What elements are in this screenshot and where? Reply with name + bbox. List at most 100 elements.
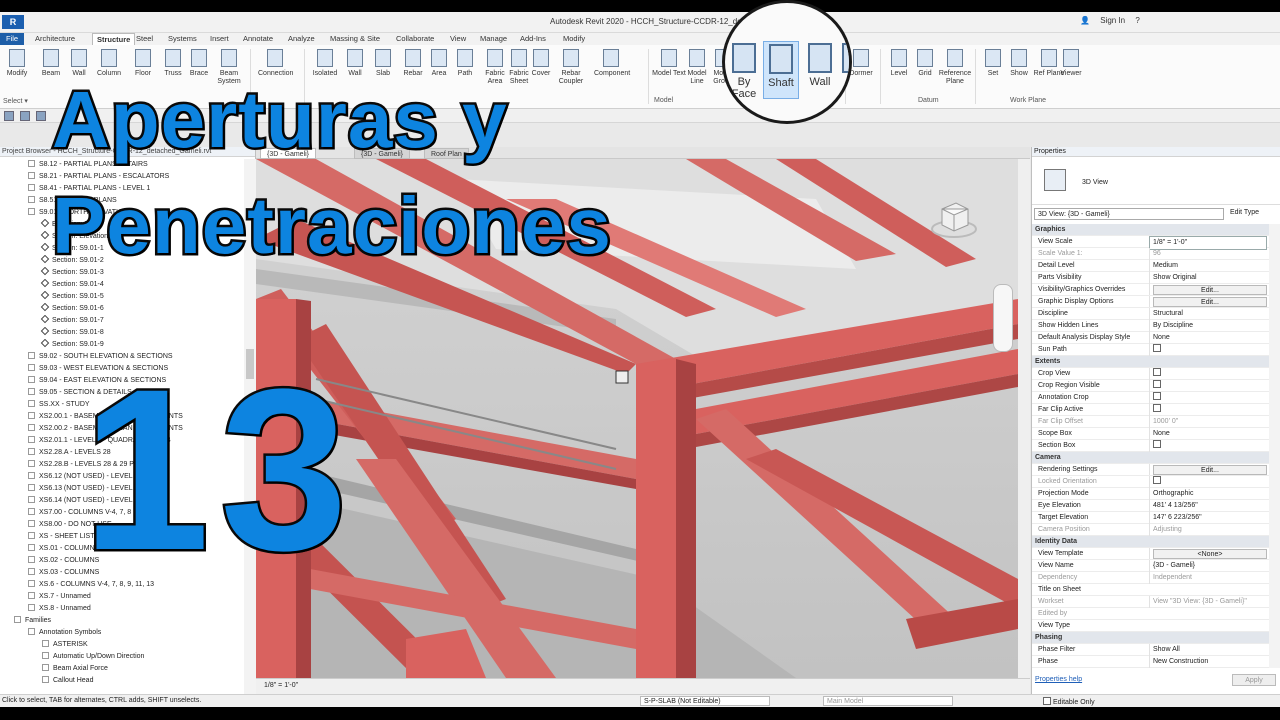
property-value[interactable]: Edit...	[1149, 464, 1267, 475]
property-checkbox[interactable]	[1153, 392, 1161, 400]
tab-structure[interactable]: Structure	[92, 33, 136, 45]
property-value[interactable]: None	[1149, 428, 1267, 440]
expand-toggle-icon[interactable]	[42, 652, 49, 659]
browser-tree-item[interactable]: Section: S9.01-4	[0, 279, 244, 291]
property-value[interactable]: Orthographic	[1149, 488, 1267, 500]
ribbon-cover-button[interactable]: Cover	[528, 49, 554, 78]
property-value[interactable]: Adjusting	[1149, 524, 1267, 536]
tab-massing-site[interactable]: Massing & Site	[330, 33, 380, 45]
ribbon-grid-button[interactable]: Grid	[912, 49, 938, 78]
tab-architecture[interactable]: Architecture	[35, 33, 75, 45]
design-option-selector[interactable]: Main Model	[823, 696, 953, 706]
editable-only-checkbox[interactable]	[1043, 697, 1051, 705]
property-value[interactable]: {3D - Gameli}	[1149, 560, 1267, 572]
browser-tree-item[interactable]: ASTERISK	[0, 639, 244, 651]
property-value[interactable]	[1149, 476, 1267, 488]
expand-toggle-icon[interactable]	[28, 580, 35, 587]
property-section-header[interactable]: Extents	[1032, 356, 1269, 368]
expand-toggle-icon[interactable]	[14, 616, 21, 623]
property-value[interactable]: 481' 4 13/256"	[1149, 500, 1267, 512]
expand-toggle-icon[interactable]	[28, 508, 35, 515]
property-checkbox[interactable]	[1153, 440, 1161, 448]
tab-file[interactable]: File	[0, 33, 25, 45]
expand-toggle-icon[interactable]	[28, 388, 35, 395]
expand-toggle-icon[interactable]	[28, 160, 35, 167]
tab-analyze[interactable]: Analyze	[288, 33, 315, 45]
expand-toggle-icon[interactable]	[28, 424, 35, 431]
navigation-bar[interactable]	[993, 284, 1013, 352]
type-selector[interactable]: 3D View	[1032, 157, 1280, 205]
expand-toggle-icon[interactable]	[28, 208, 35, 215]
expand-toggle-icon[interactable]	[42, 676, 49, 683]
property-value[interactable]: Medium	[1149, 260, 1267, 272]
expand-toggle-icon[interactable]	[28, 628, 35, 635]
wall-opening-button[interactable]: Wall	[805, 43, 835, 88]
browser-tree-item[interactable]: Section: S9.01-6	[0, 303, 244, 315]
ribbon-set-button[interactable]: Set	[980, 49, 1006, 78]
expand-toggle-icon[interactable]	[28, 544, 35, 551]
viewport-scrollbar[interactable]	[1018, 159, 1030, 678]
property-section-header[interactable]: Graphics	[1032, 224, 1269, 236]
property-value[interactable]: Show All	[1149, 644, 1267, 656]
shaft-button[interactable]: Shaft	[763, 41, 799, 99]
property-value[interactable]	[1149, 392, 1267, 404]
edit-type-button[interactable]: Edit Type	[1230, 209, 1259, 216]
help-icon[interactable]: ?	[1135, 16, 1139, 25]
expand-toggle-icon[interactable]	[28, 532, 35, 539]
expand-toggle-icon[interactable]	[28, 172, 35, 179]
browser-tree-item[interactable]: Callout Head	[0, 675, 244, 687]
property-edit-button[interactable]: Edit...	[1153, 297, 1267, 307]
expand-toggle-icon[interactable]	[42, 664, 49, 671]
property-value[interactable]	[1149, 380, 1267, 392]
property-value[interactable]	[1149, 404, 1267, 416]
expand-toggle-icon[interactable]	[28, 448, 35, 455]
properties-help-link[interactable]: Properties help	[1035, 676, 1082, 683]
ribbon-rebar-coupler-button[interactable]: Rebar Coupler	[554, 49, 588, 86]
browser-tree-item[interactable]: Section: S9.01-8	[0, 327, 244, 339]
property-value[interactable]: 1000' 0"	[1149, 416, 1267, 428]
property-checkbox[interactable]	[1153, 404, 1161, 412]
property-checkbox[interactable]	[1153, 368, 1161, 376]
by-face-button[interactable]: By Face	[729, 43, 759, 100]
property-checkbox[interactable]	[1153, 380, 1161, 388]
expand-toggle-icon[interactable]	[28, 460, 35, 467]
ribbon-modify-button[interactable]: Modify	[4, 49, 30, 78]
ribbon-show-button[interactable]: Show	[1006, 49, 1032, 78]
user-icon[interactable]: 👤	[1080, 16, 1090, 25]
tab-collaborate[interactable]: Collaborate	[396, 33, 434, 45]
property-value[interactable]: <None>	[1149, 548, 1267, 559]
property-checkbox[interactable]	[1153, 344, 1161, 352]
property-value[interactable]: New Construction	[1149, 656, 1267, 668]
browser-tree-item[interactable]: Beam Axial Force	[0, 663, 244, 675]
browser-tree-item[interactable]: Section: S9.01-5	[0, 291, 244, 303]
tab-systems[interactable]: Systems	[168, 33, 197, 45]
browser-tree-item[interactable]: Section: S9.01-7	[0, 315, 244, 327]
expand-toggle-icon[interactable]	[28, 472, 35, 479]
expand-toggle-icon[interactable]	[28, 520, 35, 527]
property-value[interactable]: By Discipline	[1149, 320, 1267, 332]
property-value[interactable]: View "3D View: {3D - Gameli}"	[1149, 596, 1267, 608]
instance-selector[interactable]: 3D View: {3D - Gameli}	[1034, 208, 1224, 220]
view-cube[interactable]	[930, 195, 978, 243]
tab-insert[interactable]: Insert	[210, 33, 229, 45]
expand-toggle-icon[interactable]	[28, 352, 35, 359]
ribbon-viewer-button[interactable]: Viewer	[1058, 49, 1084, 78]
tab-annotate[interactable]: Annotate	[243, 33, 273, 45]
tab-modify[interactable]: Modify	[563, 33, 585, 45]
workset-selector[interactable]: S-P-SLAB (Not Editable)	[640, 696, 770, 706]
property-section-header[interactable]: Phasing	[1032, 632, 1269, 644]
property-value[interactable]: Structural	[1149, 308, 1267, 320]
ribbon-component-button[interactable]: Component	[594, 49, 630, 78]
save-icon[interactable]	[4, 111, 14, 121]
expand-toggle-icon[interactable]	[28, 484, 35, 491]
property-value[interactable]: Show Original	[1149, 272, 1267, 284]
select-dropdown[interactable]: Select ▾	[3, 97, 28, 105]
tab-view[interactable]: View	[450, 33, 466, 45]
browser-tree-item[interactable]: Automatic Up/Down Direction	[0, 651, 244, 663]
expand-toggle-icon[interactable]	[28, 376, 35, 383]
view-scale-control[interactable]: 1/8" = 1'-0"	[264, 682, 298, 689]
browser-tree-item[interactable]: XS.8 - Unnamed	[0, 603, 244, 615]
tab-steel[interactable]: Steel	[136, 33, 153, 45]
property-value[interactable]: Edit...	[1149, 284, 1267, 295]
browser-tree-item[interactable]: Annotation Symbols	[0, 627, 244, 639]
